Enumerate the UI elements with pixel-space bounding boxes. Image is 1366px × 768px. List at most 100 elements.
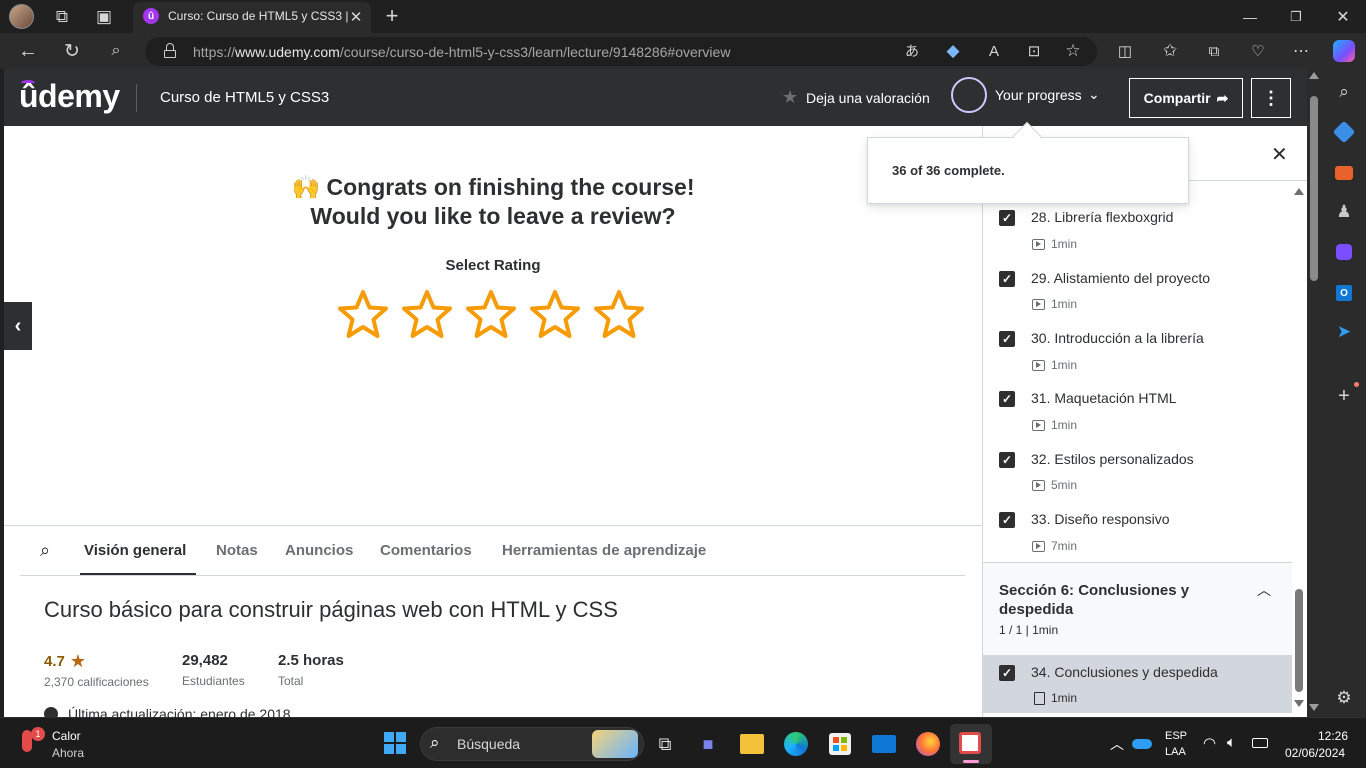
close-sidebar-icon[interactable]: ✕: [1271, 142, 1288, 167]
share-button[interactable]: Compartir ➦: [1129, 78, 1243, 118]
lecture-title[interactable]: 31. Maquetación HTML: [1031, 390, 1177, 406]
task-view-icon[interactable]: ⧉: [652, 731, 678, 757]
leave-rating-link[interactable]: Deja una valoración: [806, 90, 930, 106]
progress-chevron-down-icon[interactable]: ⌄: [1088, 86, 1100, 103]
mail-icon[interactable]: [872, 735, 896, 753]
refresh-icon[interactable]: ↻: [58, 37, 86, 65]
weather-title[interactable]: Calor: [52, 729, 81, 743]
favorites-icon[interactable]: ✩: [1156, 37, 1184, 65]
lecture-checkbox[interactable]: ✓: [999, 271, 1015, 287]
previous-lecture-button[interactable]: ‹: [4, 302, 32, 350]
lecture-title[interactable]: 33. Diseño responsivo: [1031, 511, 1170, 527]
lecture-checkbox[interactable]: ✓: [999, 210, 1015, 226]
workspaces-icon[interactable]: ⧉: [48, 3, 76, 31]
file-explorer-icon[interactable]: [740, 734, 764, 754]
lecture-title[interactable]: 29. Alistamiento del proyecto: [1031, 270, 1210, 286]
wifi-icon[interactable]: ◠: [1203, 734, 1216, 752]
close-window-icon[interactable]: ✕: [1329, 3, 1357, 31]
collections-icon[interactable]: ⧉: [1200, 37, 1228, 65]
course-title[interactable]: Curso de HTML5 y CSS3: [160, 89, 329, 106]
more-menu-icon[interactable]: ⋯: [1287, 37, 1315, 65]
sidebar-search-icon[interactable]: ⌕: [1330, 78, 1358, 106]
lecture-checkbox[interactable]: ✓: [999, 665, 1015, 681]
teams-icon[interactable]: ■: [695, 731, 721, 757]
sidebar-scroll-up-icon[interactable]: [1294, 188, 1304, 195]
lecture-checkbox[interactable]: ✓: [999, 452, 1015, 468]
show-hidden-icons-icon[interactable]: ︿: [1110, 734, 1124, 754]
tab-actions-icon[interactable]: ▣: [90, 3, 118, 31]
restore-icon[interactable]: ❐: [1282, 3, 1310, 31]
star-2-icon[interactable]: [401, 288, 453, 342]
sidebar-games-icon[interactable]: ♟: [1330, 198, 1358, 226]
star-1-icon[interactable]: [337, 288, 389, 342]
volume-icon[interactable]: 🔈︎: [1227, 734, 1236, 751]
document-icon: [1034, 691, 1045, 705]
read-aloud-icon[interactable]: A: [980, 37, 1008, 65]
tag-icon[interactable]: ◆: [939, 37, 967, 65]
translate-icon[interactable]: あ: [898, 37, 926, 65]
sidebar-add-icon[interactable]: +: [1330, 382, 1358, 410]
tab-announcements[interactable]: Anuncios: [285, 542, 353, 559]
scroll-down-arrow-icon[interactable]: [1309, 704, 1319, 711]
store-icon[interactable]: [829, 733, 851, 755]
new-tab-icon[interactable]: +: [378, 2, 406, 30]
clock-date[interactable]: 02/06/2024: [1285, 746, 1345, 760]
onedrive-icon[interactable]: [1132, 739, 1152, 749]
language-top[interactable]: ESP: [1165, 730, 1187, 742]
scrollbar-thumb[interactable]: [1310, 96, 1318, 281]
sidebar-tools-icon[interactable]: [1335, 166, 1353, 180]
section-title[interactable]: Sección 6: Conclusiones y despedida: [999, 581, 1219, 619]
snipping-tool-icon[interactable]: [959, 732, 981, 754]
minimize-icon[interactable]: —: [1236, 3, 1264, 31]
lecture-title[interactable]: 30. Introducción a la librería: [1031, 330, 1204, 346]
tab-learning-tools[interactable]: Herramientas de aprendizaje: [502, 542, 706, 559]
search-icon[interactable]: ⌕: [102, 37, 130, 65]
sidebar-copilot-icon[interactable]: [1336, 244, 1352, 260]
close-tab-icon[interactable]: ✕: [342, 3, 370, 31]
performance-icon[interactable]: ♡: [1244, 37, 1272, 65]
star-4-icon[interactable]: [529, 288, 581, 342]
rating-count[interactable]: 2,370 calificaciones: [44, 675, 149, 689]
sidebar-settings-icon[interactable]: ⚙: [1330, 684, 1358, 712]
header-divider: [136, 84, 137, 112]
video-icon: [1032, 419, 1045, 431]
udemy-favicon-icon: û: [143, 8, 159, 24]
rating-stars: [337, 288, 657, 342]
firefox-icon[interactable]: [916, 732, 940, 756]
star-5-icon[interactable]: [593, 288, 645, 342]
tab-notes[interactable]: Notas: [216, 542, 258, 559]
lecture-title[interactable]: 34. Conclusiones y despedida: [1031, 664, 1218, 680]
lecture-checkbox[interactable]: ✓: [999, 331, 1015, 347]
back-icon[interactable]: ←: [14, 37, 42, 65]
lecture-duration: 1min: [1034, 691, 1077, 705]
sidebar-send-icon[interactable]: ➤: [1330, 318, 1358, 346]
tab-overview[interactable]: Visión general: [84, 542, 186, 559]
lecture-checkbox[interactable]: ✓: [999, 512, 1015, 528]
profile-avatar[interactable]: [9, 4, 34, 29]
scroll-up-arrow-icon[interactable]: [1309, 72, 1319, 79]
video-icon: [1032, 540, 1045, 552]
star-3-icon[interactable]: [465, 288, 517, 342]
edge-taskbar-icon[interactable]: [784, 732, 808, 756]
windows-start-icon[interactable]: [384, 732, 406, 754]
sidebar-scroll-thumb[interactable]: [1295, 589, 1303, 692]
more-options-button[interactable]: ⋮: [1251, 78, 1291, 118]
lecture-title[interactable]: 28. Librería flexboxgrid: [1031, 209, 1173, 225]
sidebar-outlook-icon[interactable]: O: [1336, 285, 1352, 301]
language-bottom[interactable]: LAA: [1165, 746, 1186, 758]
split-screen-icon[interactable]: ◫: [1111, 37, 1139, 65]
progress-label[interactable]: Your progress: [995, 87, 1082, 103]
tab-comments[interactable]: Comentarios: [380, 542, 472, 559]
tab-search-icon[interactable]: ⌕: [40, 540, 50, 561]
copilot-icon[interactable]: [1333, 40, 1355, 62]
favorite-star-icon[interactable]: ☆: [1059, 37, 1087, 65]
clock-time[interactable]: 12:26: [1318, 729, 1348, 743]
section-chevron-up-icon[interactable]: ︿: [1257, 580, 1271, 600]
lecture-title[interactable]: 32. Estilos personalizados: [1031, 451, 1194, 467]
lecture-checkbox[interactable]: ✓: [999, 391, 1015, 407]
progress-ring[interactable]: [951, 77, 987, 113]
sidebar-scroll-down-icon[interactable]: [1294, 700, 1304, 707]
app-available-icon[interactable]: ⊡: [1020, 37, 1048, 65]
battery-icon[interactable]: [1252, 738, 1268, 748]
review-line-1: 🙌 Congrats on finishing the course!: [4, 173, 982, 202]
